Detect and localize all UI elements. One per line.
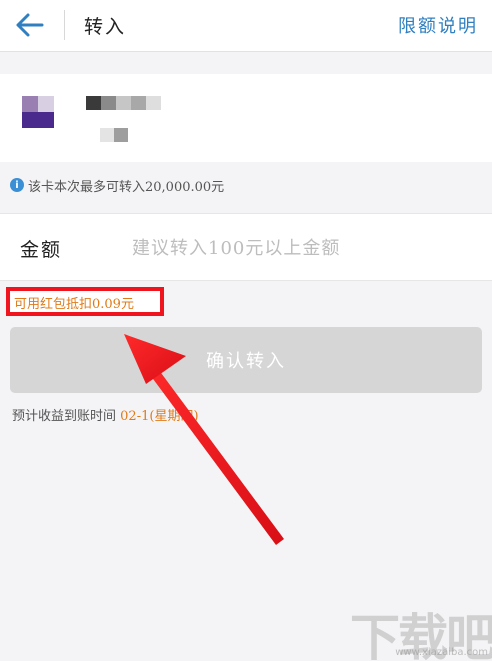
back-button[interactable] [14,10,48,40]
watermark: 下载吧 www.xiazaiba.com [350,598,492,661]
confirm-transfer-button[interactable]: 确认转入 [10,327,482,393]
transfer-limit-text: 该卡本次最多可转入20,000.00元 [28,179,225,195]
watermark-site: www.xiazaiba.com [395,647,488,658]
masked-card-name [86,96,161,110]
arrow-left-icon [16,13,44,37]
arrival-date: 02-1 [120,409,150,424]
red-packet-discount-text[interactable]: 可用红包抵扣0.09元 [14,293,134,312]
amount-label: 金额 [20,239,63,261]
top-nav-bar: 转入 限额说明 [0,0,492,52]
arrival-weekday: (星期四) [149,409,199,424]
arrival-time-info: 预计收益到账时间 02-1(星期四) [12,405,199,424]
amount-row: 金额 [0,213,492,281]
page-title: 转入 [84,16,127,38]
info-icon: i [10,178,24,192]
limit-description-link[interactable]: 限额说明 [398,12,478,38]
arrival-time-label: 预计收益到账时间 [12,409,117,424]
amount-input[interactable] [132,230,472,266]
header-divider [64,10,65,40]
masked-card-number [100,128,128,142]
bank-logo-icon [22,96,54,128]
red-packet-highlight-box: 可用红包抵扣0.09元 [6,287,164,316]
transfer-limit-info: i 该卡本次最多可转入20,000.00元 [10,176,225,195]
bank-card-panel[interactable] [0,74,492,162]
